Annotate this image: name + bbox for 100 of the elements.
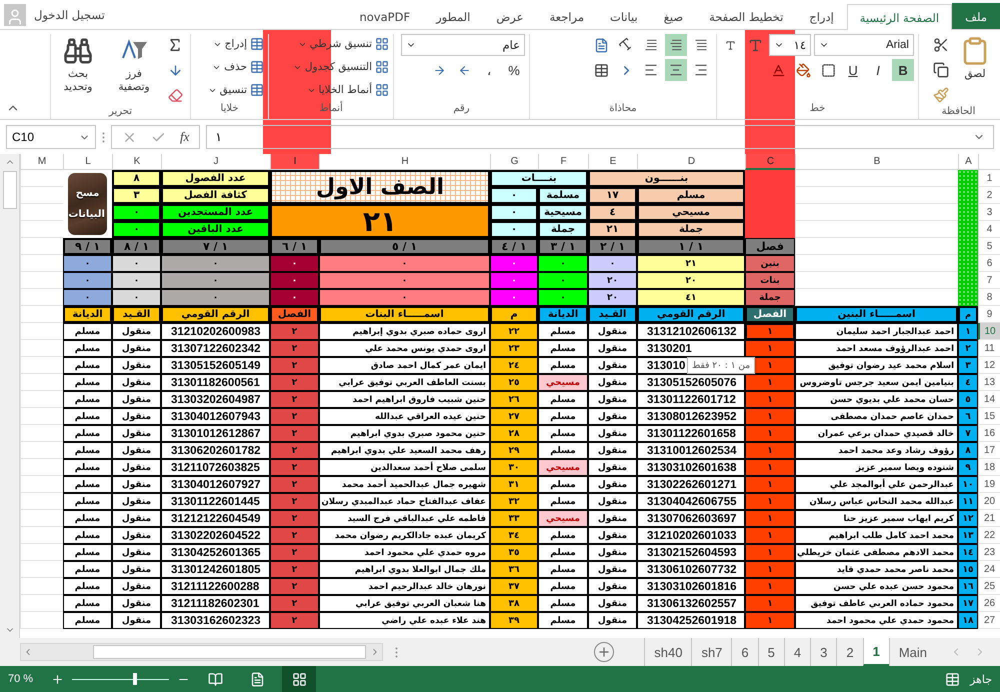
row-header[interactable]: 11 — [978, 340, 1000, 357]
column-title: الفصل — [270, 306, 319, 323]
zoom-in-icon[interactable] — [51, 672, 64, 686]
summary-label: جملة — [637, 221, 745, 238]
row-index: ٩ — [958, 459, 978, 476]
row-header[interactable]: 2 — [978, 187, 1000, 204]
column-header[interactable]: M — [20, 154, 63, 170]
stat-value: ٠ — [112, 204, 161, 221]
religion: مسلم — [538, 612, 588, 629]
column-header[interactable]: A — [958, 154, 978, 170]
zoom-level[interactable]: 70 % — [8, 673, 34, 685]
class-total: ٢٠ — [637, 272, 745, 289]
font-style-button[interactable]: U — [842, 59, 864, 81]
row-index: ٣٩ — [490, 612, 538, 629]
sign-in-link[interactable]: تسجيل الدخول — [34, 8, 105, 22]
column-header[interactable]: G — [490, 154, 538, 170]
enrollment-status: منقول — [112, 442, 161, 459]
number-format-field[interactable]: عام — [401, 34, 525, 56]
font-style-button[interactable]: I — [867, 59, 889, 81]
font-style-button[interactable]: B — [892, 59, 914, 81]
column-header[interactable]: K — [112, 154, 161, 170]
row-header[interactable]: 25 — [978, 578, 1000, 595]
row-header[interactable]: 10 — [978, 323, 1000, 340]
row-header[interactable]: 20 — [978, 493, 1000, 510]
row-header[interactable]: 26 — [978, 595, 1000, 612]
column-header[interactable]: D — [637, 154, 745, 170]
row-index: ٢٧ — [490, 408, 538, 425]
sort-filter-button[interactable]: فرز وتصفية — [108, 34, 160, 96]
font-size-field[interactable]: ١٤ — [769, 34, 811, 56]
row-header[interactable]: 4 — [978, 221, 1000, 238]
summary-label: مسيحية — [538, 204, 588, 221]
national-id: 31306132602557 — [637, 595, 745, 612]
find-select-button[interactable]: بحث وتحديد — [52, 34, 104, 96]
font-name-field[interactable]: Arial — [814, 34, 914, 56]
column-title: اسمـــــاء البنات — [319, 306, 490, 323]
column-header[interactable]: L — [63, 154, 112, 170]
class-cell: ٢ — [270, 493, 319, 510]
row-header[interactable]: 23 — [978, 544, 1000, 561]
cells-menu-button[interactable]: إدراج — [208, 34, 264, 54]
row-header[interactable]: 22 — [978, 527, 1000, 544]
add-sheet-button[interactable] — [594, 642, 614, 662]
row-index: ١٦ — [958, 578, 978, 595]
user-icon — [6, 8, 24, 26]
percent-button[interactable]: % — [503, 59, 525, 81]
row-header[interactable]: 6 — [978, 255, 1000, 272]
paste-button[interactable]: لصق — [956, 34, 994, 82]
comma-button[interactable]: ، — [478, 59, 500, 81]
class-total: ٠ — [319, 272, 490, 289]
religion: مسلم — [538, 408, 588, 425]
name-box[interactable]: C10 — [6, 125, 96, 149]
insert-function-button[interactable]: fx — [180, 129, 190, 145]
row-header[interactable]: 5 — [978, 238, 1000, 255]
row-header[interactable]: 8 — [978, 289, 1000, 306]
column-header[interactable]: B — [795, 154, 958, 170]
sheet-tab[interactable]: 1 — [862, 638, 889, 666]
column-header[interactable]: H — [319, 154, 490, 170]
national-id: 31303102601638 — [637, 459, 745, 476]
row-header[interactable]: 3 — [978, 204, 1000, 221]
row-header[interactable]: 18 — [978, 459, 1000, 476]
column-header[interactable]: E — [588, 154, 637, 170]
formula-input[interactable]: ١ — [206, 125, 994, 149]
row-header[interactable]: 24 — [978, 561, 1000, 578]
horizontal-align-button[interactable] — [665, 59, 687, 81]
row-header[interactable]: 9 — [978, 306, 1000, 323]
row-header[interactable]: 12 — [978, 357, 1000, 374]
file-tab[interactable]: ملف — [952, 3, 1000, 29]
scroll-thumb[interactable] — [2, 171, 16, 209]
zoom-thumb[interactable] — [133, 673, 138, 685]
scroll-thumb[interactable] — [93, 645, 366, 659]
column-header[interactable]: I — [270, 154, 319, 170]
row-header[interactable]: 7 — [978, 272, 1000, 289]
row-header[interactable]: 21 — [978, 510, 1000, 527]
enrollment-status: منقول — [112, 323, 161, 340]
row-header[interactable]: 27 — [978, 612, 1000, 629]
row-header[interactable]: 15 — [978, 408, 1000, 425]
row-header[interactable]: 1 — [978, 170, 1000, 187]
student-name: هنا شعبان العربي توفيق عرابي — [319, 595, 490, 612]
row-header[interactable]: 14 — [978, 391, 1000, 408]
column-header[interactable]: F — [538, 154, 588, 170]
clear-data-button[interactable]: مسح البيانات — [68, 173, 107, 235]
enrollment-status: منقول — [112, 612, 161, 629]
enrollment-status: منقول — [112, 374, 161, 391]
row-header[interactable]: 17 — [978, 442, 1000, 459]
row-index: ٦ — [958, 408, 978, 425]
table-icon — [250, 37, 264, 51]
normal-view-button[interactable] — [282, 666, 316, 692]
enrollment-status: منقول — [112, 425, 161, 442]
row-index: ٣٧ — [490, 578, 538, 595]
splitter-icon[interactable] — [102, 132, 105, 142]
row-header[interactable]: 13 — [978, 374, 1000, 391]
column-header[interactable]: C — [745, 154, 795, 170]
vertical-align-button[interactable] — [665, 34, 687, 56]
ribbon-tab[interactable]: الصفحة الرئيسية — [846, 4, 952, 30]
cells-menu-button[interactable]: حذف — [208, 57, 264, 77]
row-header[interactable]: 19 — [978, 476, 1000, 493]
cells-menu-button[interactable]: تنسيق — [208, 80, 264, 100]
row-index: ٣٤ — [490, 527, 538, 544]
row-header[interactable]: 16 — [978, 425, 1000, 442]
row-index: ١٨ — [958, 612, 978, 629]
column-header[interactable]: J — [161, 154, 270, 170]
